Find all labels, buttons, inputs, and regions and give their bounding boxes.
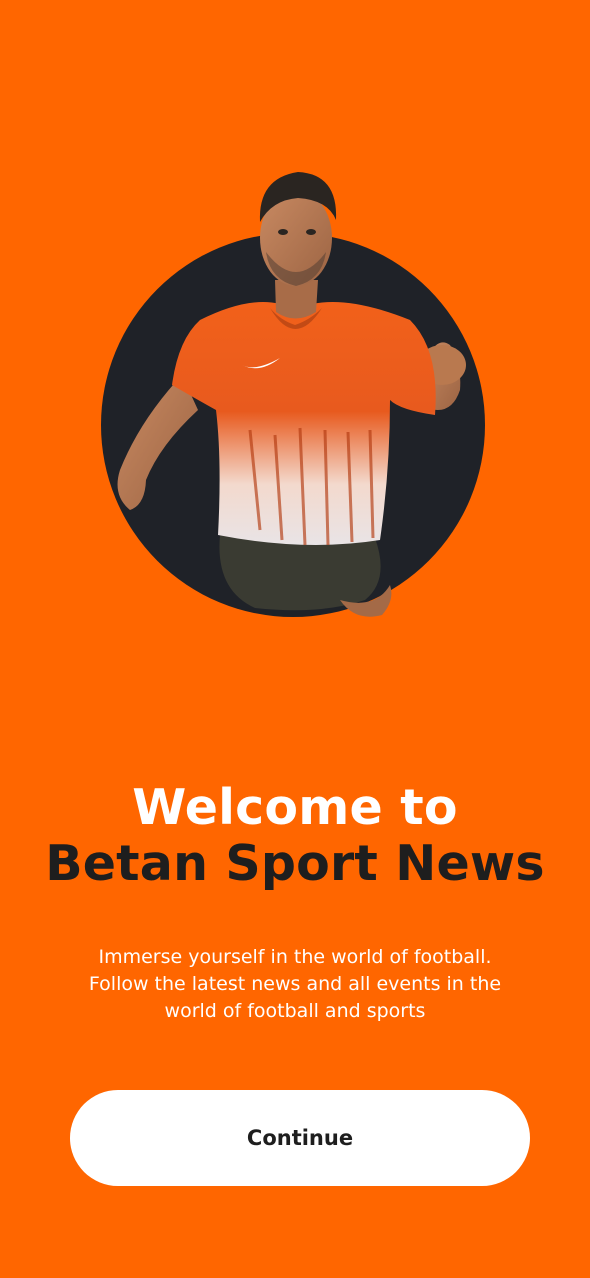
continue-button-label: Continue [246, 1126, 354, 1150]
continue-button[interactable]: Continue [70, 1090, 530, 1186]
description-line: world of football and sports [164, 1000, 426, 1022]
description-line: Follow the latest news and all events in… [88, 973, 502, 995]
welcome-description: Immerse yourself in the world of footbal… [60, 944, 530, 1025]
welcome-title: Welcome to [132, 779, 458, 836]
description-line: Immerse yourself in the world of footbal… [98, 946, 492, 968]
hero-illustration [90, 160, 500, 630]
app-name-title: Betan Sport News [45, 835, 545, 892]
